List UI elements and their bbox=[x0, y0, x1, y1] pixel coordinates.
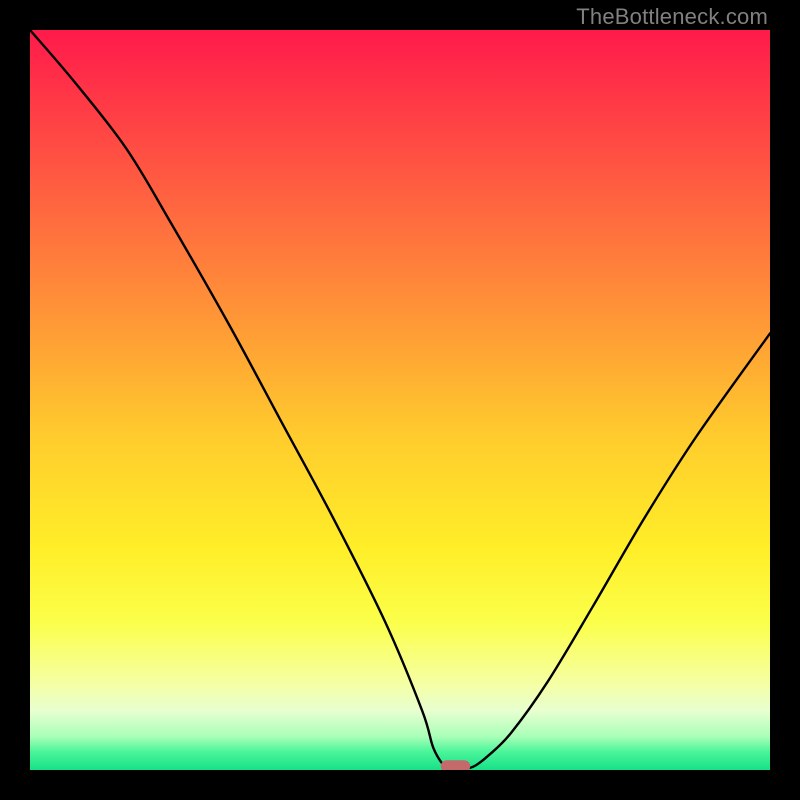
chart-background-gradient bbox=[30, 30, 770, 770]
chart-svg bbox=[30, 30, 770, 770]
optimal-marker bbox=[441, 760, 471, 770]
chart-plot-area bbox=[30, 30, 770, 770]
watermark-text: TheBottleneck.com bbox=[576, 4, 768, 30]
chart-frame: TheBottleneck.com bbox=[0, 0, 800, 800]
